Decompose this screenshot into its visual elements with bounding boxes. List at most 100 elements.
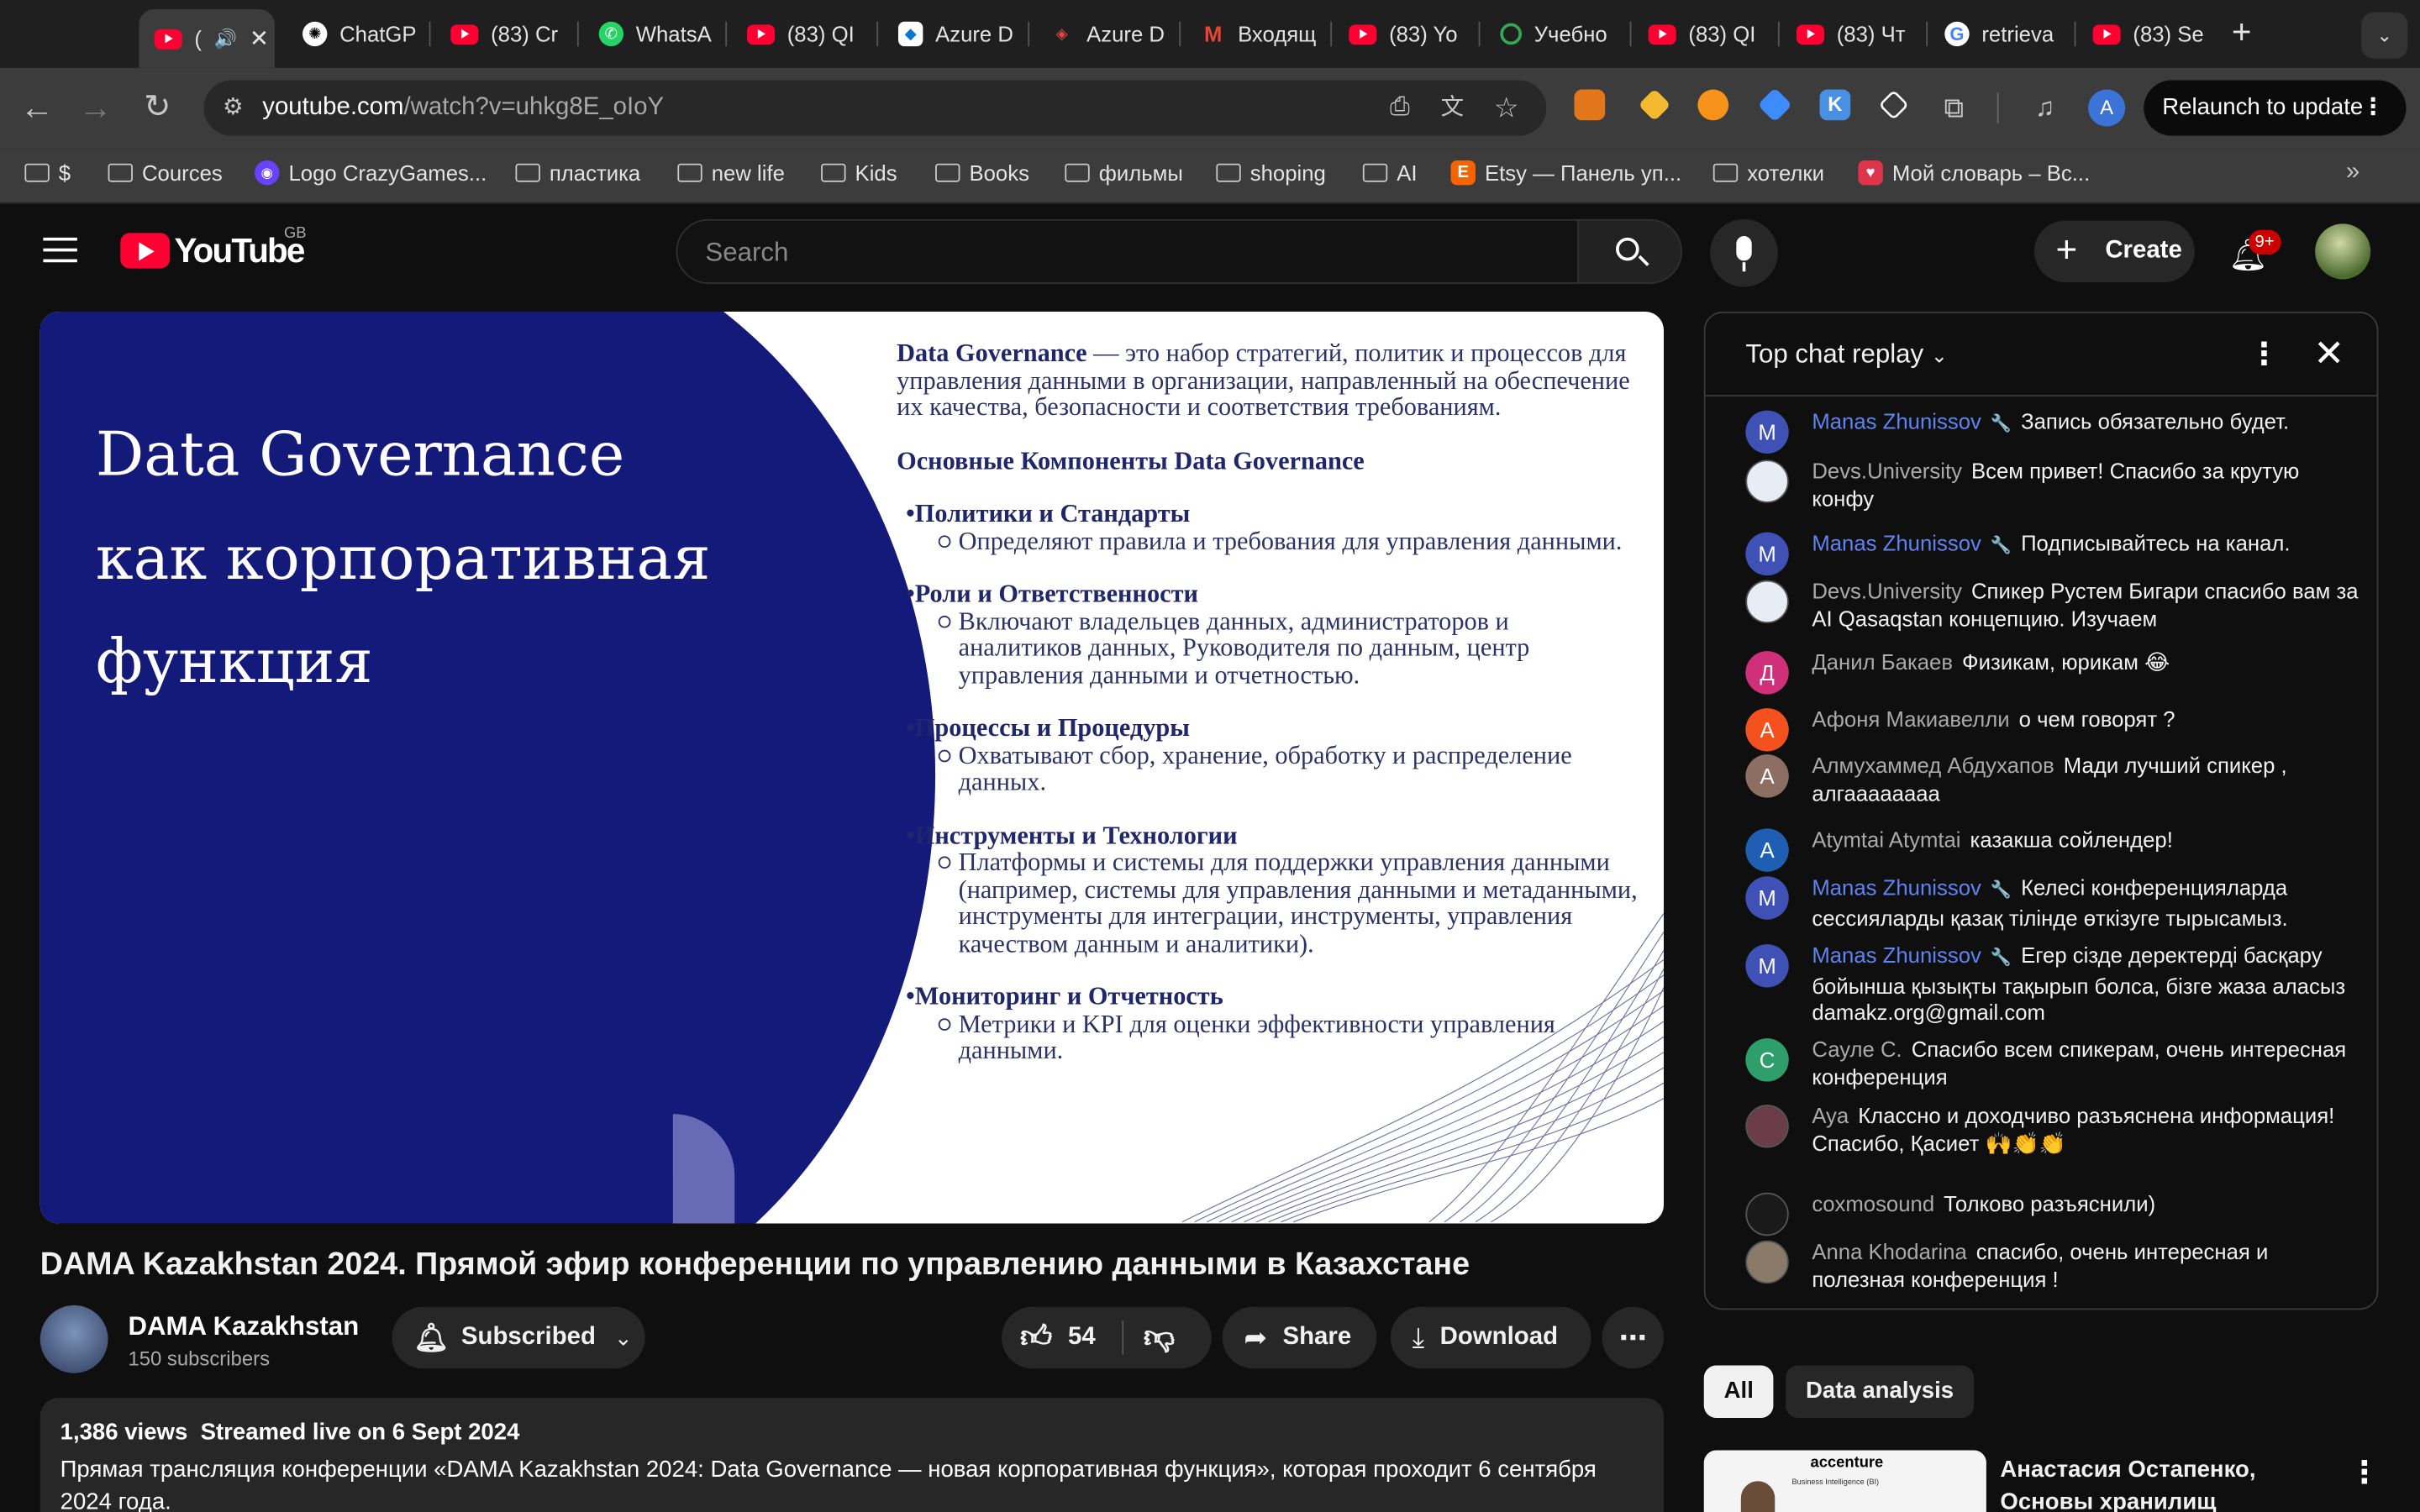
close-tab-icon[interactable]: ✕ bbox=[250, 24, 269, 52]
bookmark-folder[interactable]: new life bbox=[677, 160, 785, 185]
chat-author[interactable]: Anna Khodarina bbox=[1812, 1239, 1966, 1263]
chat-avatar[interactable]: M bbox=[1745, 532, 1789, 576]
k-extension-icon[interactable]: K bbox=[1819, 89, 1851, 121]
tab-youtube[interactable]: (83) QI bbox=[1633, 13, 1769, 55]
tab-youtube[interactable]: (83) QI bbox=[732, 13, 865, 55]
recommended-video-title[interactable]: Анастасия Остапенко, Основы хранилищ дан… bbox=[2000, 1453, 2332, 1512]
tab-study[interactable]: Учебно bbox=[1485, 13, 1621, 55]
subscribed-button[interactable]: 🔔︎ Subscribed ⌄ bbox=[392, 1306, 645, 1369]
recommended-video-thumbnail[interactable]: accenture Business Intelligence (BI) bbox=[1703, 1450, 1986, 1512]
close-chat-icon[interactable]: ✕ bbox=[2313, 332, 2344, 376]
tab-gmail[interactable]: M Входящ bbox=[1186, 13, 1318, 55]
chat-avatar[interactable]: А bbox=[1745, 708, 1789, 752]
chat-author[interactable]: Manas Zhunissov bbox=[1812, 874, 1981, 899]
menu-hamburger-icon[interactable] bbox=[43, 237, 77, 263]
tab-search-icon[interactable]: ⌄ bbox=[2361, 12, 2408, 59]
more-actions-icon[interactable]: ⋯ bbox=[1602, 1306, 1665, 1369]
tab-azure-devops[interactable]: ◈ Azure D bbox=[1034, 13, 1167, 55]
relaunch-update-button[interactable]: Relaunch to update ⋮ bbox=[2144, 80, 2407, 136]
chat-avatar[interactable]: С bbox=[1745, 1038, 1789, 1082]
chat-author[interactable]: Manas Zhunissov bbox=[1812, 942, 1981, 967]
bookmark-folder[interactable]: AI bbox=[1362, 160, 1418, 185]
voice-search-button[interactable] bbox=[1710, 218, 1778, 287]
tab-youtube[interactable]: (83) Yo bbox=[1334, 13, 1470, 55]
thumbs-down-icon[interactable]: 👎︎ bbox=[1144, 1319, 1175, 1356]
chat-avatar[interactable]: M bbox=[1745, 876, 1789, 920]
address-bar[interactable]: ⚙ youtube.com/watch?v=uhkg8E_oIoY ⎙ 文 ☆ bbox=[203, 80, 1547, 136]
description-box[interactable]: 1,386 views Streamed live on 6 Sept 2024… bbox=[39, 1398, 1665, 1512]
tab-youtube[interactable]: (83) Se bbox=[2077, 13, 2213, 55]
chat-avatar[interactable]: M bbox=[1745, 410, 1789, 454]
like-count[interactable]: 54 bbox=[1068, 1324, 1096, 1352]
chat-author[interactable]: Devs.University bbox=[1812, 459, 1962, 483]
chat-avatar[interactable] bbox=[1745, 1192, 1789, 1236]
url-text[interactable]: youtube.com/watch?v=uhkg8E_oIoY bbox=[262, 94, 664, 122]
chat-author[interactable]: Atymtai Atymtai bbox=[1812, 827, 1960, 851]
tab-active[interactable]: ( 🔊 ✕ bbox=[139, 9, 275, 68]
chat-author[interactable]: Devs.University bbox=[1812, 579, 1962, 603]
chip-data-analysis[interactable]: Data analysis bbox=[1786, 1365, 1974, 1418]
chat-author[interactable]: Данил Бакаев bbox=[1812, 649, 1953, 674]
chat-more-icon[interactable]: ⋮ bbox=[2249, 335, 2280, 374]
chat-author[interactable]: Aya bbox=[1812, 1103, 1849, 1127]
chat-avatar[interactable]: А bbox=[1745, 754, 1789, 798]
extensions-puzzle-icon[interactable]: ⧉ bbox=[1933, 88, 1974, 129]
channel-avatar[interactable] bbox=[39, 1305, 108, 1373]
bookmark-link[interactable]: E Etsy — Панель уп... bbox=[1450, 160, 1681, 186]
youtube-logo-icon[interactable] bbox=[120, 233, 171, 269]
bookmark-folder[interactable]: shoping bbox=[1216, 160, 1326, 185]
bookmark-folder[interactable]: пластика bbox=[515, 160, 640, 185]
chat-avatar[interactable] bbox=[1745, 1240, 1789, 1284]
tab-youtube[interactable]: (83) Чт bbox=[1781, 13, 1918, 55]
install-app-icon[interactable]: ⎙ bbox=[1380, 88, 1420, 129]
bookmark-link[interactable]: ♥ Мой словарь – Вс... bbox=[1858, 160, 2090, 186]
new-tab-icon[interactable]: + bbox=[2232, 13, 2252, 53]
chat-avatar[interactable]: Д bbox=[1745, 651, 1789, 695]
more-vert-icon[interactable]: ⋮ bbox=[2361, 81, 2385, 136]
bookmark-folder[interactable]: Cources bbox=[108, 160, 223, 185]
bookmark-folder[interactable]: фильмы bbox=[1065, 160, 1183, 185]
more-bookmarks-icon[interactable]: » bbox=[2346, 159, 2360, 186]
create-button[interactable]: + Create bbox=[2033, 220, 2195, 283]
back-icon[interactable]: ← bbox=[17, 88, 57, 129]
translate-icon[interactable]: 文 bbox=[1432, 88, 1472, 129]
chat-avatar[interactable]: A bbox=[1745, 828, 1789, 872]
metamask-extension-icon[interactable] bbox=[1574, 89, 1606, 121]
download-button[interactable]: ⤓ Download bbox=[1390, 1306, 1591, 1369]
tab-google[interactable]: Gretrieva bbox=[1929, 13, 2065, 55]
tab-youtube[interactable]: (83) Cr bbox=[435, 13, 565, 55]
chat-avatar[interactable]: M bbox=[1745, 944, 1789, 988]
diamond-extension-icon[interactable] bbox=[1878, 89, 1909, 121]
recommended-more-icon[interactable]: ⋮ bbox=[2349, 1453, 2381, 1492]
reload-icon[interactable]: ↻ bbox=[137, 88, 177, 129]
channel-name[interactable]: DAMA Kazakhstan bbox=[128, 1311, 359, 1342]
video-player[interactable]: Data Governance как корпоративная функци… bbox=[39, 312, 1665, 1224]
media-controls-icon[interactable]: ♫ bbox=[2025, 88, 2065, 129]
bookmark-folder[interactable]: Books bbox=[935, 160, 1029, 185]
chat-author[interactable]: Афоня Макиавелли bbox=[1812, 706, 2009, 731]
account-avatar[interactable] bbox=[2315, 223, 2371, 280]
profile-avatar[interactable]: A bbox=[2088, 89, 2126, 127]
chat-avatar[interactable] bbox=[1745, 459, 1789, 503]
search-input[interactable]: Search bbox=[676, 218, 1579, 284]
bookmark-folder[interactable]: хотелки bbox=[1712, 160, 1824, 185]
chip-all[interactable]: All bbox=[1703, 1365, 1774, 1418]
tab-whatsapp[interactable]: ✆ WhatsA bbox=[583, 13, 713, 55]
binance-extension-icon[interactable] bbox=[1638, 88, 1671, 122]
chat-author[interactable]: Алмухаммед Абдухапов bbox=[1812, 753, 2054, 777]
bookmark-star-icon[interactable]: ☆ bbox=[1486, 88, 1527, 129]
chat-author[interactable]: Manas Zhunissov bbox=[1812, 531, 1981, 555]
site-settings-icon[interactable]: ⚙ bbox=[213, 88, 253, 129]
thumbs-up-icon[interactable]: 👍︎ bbox=[1020, 1319, 1052, 1356]
chat-author[interactable]: Manas Zhunissov bbox=[1812, 409, 1981, 433]
speaker-icon[interactable]: 🔊 bbox=[214, 28, 237, 50]
forward-icon[interactable]: → bbox=[76, 88, 116, 129]
tab-chatgpt[interactable]: ✺ ChatGP bbox=[287, 13, 417, 55]
bookmark-folder[interactable]: Kids bbox=[821, 160, 897, 185]
chat-author[interactable]: coxmosound bbox=[1812, 1191, 1934, 1215]
tab-azure[interactable]: ◆ Azure D bbox=[883, 13, 1016, 55]
bitcoin-extension-icon[interactable] bbox=[1697, 89, 1729, 121]
bookmark-link[interactable]: ◉ Logo CrazyGames... bbox=[255, 160, 487, 186]
puzzle-blue-extension-icon[interactable] bbox=[1757, 87, 1793, 123]
chat-mode-dropdown[interactable]: Top chat replay ⌄ bbox=[1745, 339, 1947, 370]
